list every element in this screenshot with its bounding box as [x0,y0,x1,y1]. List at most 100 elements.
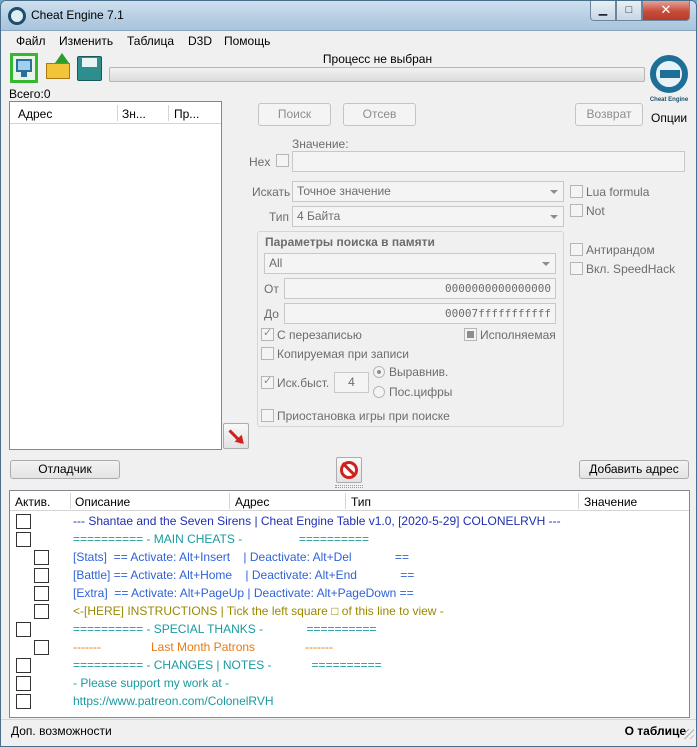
resize-grip[interactable] [684,729,694,739]
active-checkbox[interactable] [16,658,31,673]
column-active[interactable]: Актив. [15,495,50,509]
clear-list-button[interactable] [336,457,362,483]
found-count-value: 0 [43,87,51,101]
last-digits-radio[interactable] [373,386,385,398]
column-separator[interactable] [229,493,230,509]
column-separator[interactable] [70,493,71,509]
copy-on-write-checkbox[interactable] [261,347,274,360]
undo-scan-button[interactable]: Возврат [575,103,643,126]
first-scan-button[interactable]: Поиск [258,103,331,126]
column-separator[interactable] [345,493,346,509]
logo-bar [660,70,680,78]
fast-scan-checkbox[interactable] [261,374,274,389]
cheat-table-row[interactable]: ========== - SPECIAL THANKS - ========== [10,620,689,638]
cheat-table-header: Актив. Описание Адрес Тип Значение [10,491,689,511]
cheat-table-row[interactable]: - Please support my work at - [10,674,689,692]
active-checkbox[interactable] [16,622,31,637]
value-type-label: Тип [269,210,290,224]
cheat-table-row[interactable]: ========== - CHANGES | NOTES - =========… [10,656,689,674]
cheat-table-row[interactable]: [Stats] == Activate: Alt+Insert | Deacti… [10,548,689,566]
copy-on-write-label: Копируемая при записи [277,347,409,361]
cheat-description: <-[HERE] INSTRUCTIONS | Tick the left sq… [73,604,444,618]
cheat-table-row[interactable]: [Extra] == Activate: Alt+PageUp | Deacti… [10,584,689,602]
hex-checkbox[interactable] [276,154,289,167]
cheat-table-row[interactable]: <-[HERE] INSTRUCTIONS | Tick the left sq… [10,602,689,620]
column-address[interactable]: Адрес [235,495,269,509]
options-label[interactable]: Опции [651,111,687,125]
cheat-table-row[interactable]: --- Shantae and the Seven Sirens | Cheat… [10,512,689,530]
column-separator[interactable] [578,493,579,509]
active-checkbox[interactable] [16,676,31,691]
cheat-table-row[interactable]: ------- Last Month Patrons ------- [10,638,689,656]
column-type[interactable]: Тип [351,495,371,509]
active-checkbox[interactable] [34,640,49,655]
alignment-radio[interactable] [373,366,385,378]
open-file-button[interactable] [45,53,73,83]
cheat-description: ========== - SPECIAL THANKS - ========== [73,622,377,636]
add-address-button[interactable]: Добавить адрес [579,460,689,479]
column-previous[interactable]: Пр... [174,107,199,121]
menu-table[interactable]: Таблица [127,34,174,48]
cheat-table-row[interactable]: ========== - MAIN CHEATS - ========== [10,530,689,548]
active-checkbox[interactable] [34,604,49,619]
antirandom-checkbox[interactable] [570,243,583,256]
fast-scan-alignment-input[interactable]: 4 [334,372,369,393]
lua-formula-checkbox[interactable] [570,185,583,198]
found-addresses-list[interactable]: Адрес Зн... Пр... [9,101,222,450]
active-checkbox[interactable] [16,694,31,709]
open-process-button[interactable] [10,53,38,83]
folder-icon [46,63,70,79]
cheat-engine-logo[interactable]: Cheat Engine [648,53,690,111]
minimize-button[interactable]: ▁ [590,1,616,21]
close-button[interactable]: ✕ [642,1,690,21]
column-description[interactable]: Описание [75,495,130,509]
column-value[interactable]: Зн... [122,107,146,121]
cheat-table[interactable]: Актив. Описание Адрес Тип Значение --- S… [9,490,690,718]
stop-address-input[interactable]: 00007fffffffffff [284,303,556,324]
cheat-table-row[interactable]: https://www.patreon.com/ColonelRVH [10,692,689,710]
cheat-table-row[interactable]: [Battle] == Activate: Alt+Home | Deactiv… [10,566,689,584]
menu-edit[interactable]: Изменить [59,34,113,48]
splitter-grip[interactable] [335,485,363,488]
panel-splitter[interactable] [1,485,696,489]
active-checkbox[interactable] [34,568,49,583]
table-extras-link[interactable]: О таблице [625,724,686,738]
memory-region-select[interactable]: All [264,253,556,274]
column-value[interactable]: Значение [584,495,637,509]
cheat-description: ========== - MAIN CHEATS - ========== [73,532,369,546]
scan-type-select[interactable]: Точное значение [292,181,564,202]
column-separator[interactable] [168,105,169,121]
debugger-button[interactable]: Отладчик [10,460,120,479]
speedhack-checkbox[interactable] [570,262,583,275]
save-file-button[interactable] [76,53,104,83]
column-separator[interactable] [117,105,118,121]
active-checkbox[interactable] [34,550,49,565]
menu-d3d[interactable]: D3D [188,34,212,48]
floppy-label [82,58,97,67]
cheat-description: ========== - CHANGES | NOTES - =========… [73,658,382,672]
active-checkbox[interactable] [34,586,49,601]
from-label: От [264,282,279,296]
pause-game-checkbox[interactable] [261,409,274,422]
memory-region-value: All [269,256,283,270]
writable-checkbox[interactable] [261,326,274,341]
add-selected-to-table-button[interactable] [223,423,249,449]
fast-scan-label: Иск.быст. [277,376,330,390]
scan-type-label: Искать [252,185,291,199]
next-scan-button[interactable]: Отсев [343,103,416,126]
executable-checkbox[interactable] [464,328,477,341]
start-address-input[interactable]: 0000000000000000 [284,278,556,299]
advanced-options-link[interactable]: Доп. возможности [11,724,112,738]
value-input[interactable] [292,151,685,172]
not-checkbox[interactable] [570,204,583,217]
title-bar[interactable]: Cheat Engine 7.1 ▁ □ ✕ [1,1,696,31]
maximize-button[interactable]: □ [616,1,642,21]
cheat-engine-icon [8,7,26,25]
active-checkbox[interactable] [16,514,31,529]
column-address[interactable]: Адрес [18,107,52,121]
not-label: Not [586,204,605,218]
value-type-select[interactable]: 4 Байта [292,206,564,227]
menu-help[interactable]: Помощь [224,34,270,48]
menu-file[interactable]: Файл [16,34,46,48]
active-checkbox[interactable] [16,532,31,547]
